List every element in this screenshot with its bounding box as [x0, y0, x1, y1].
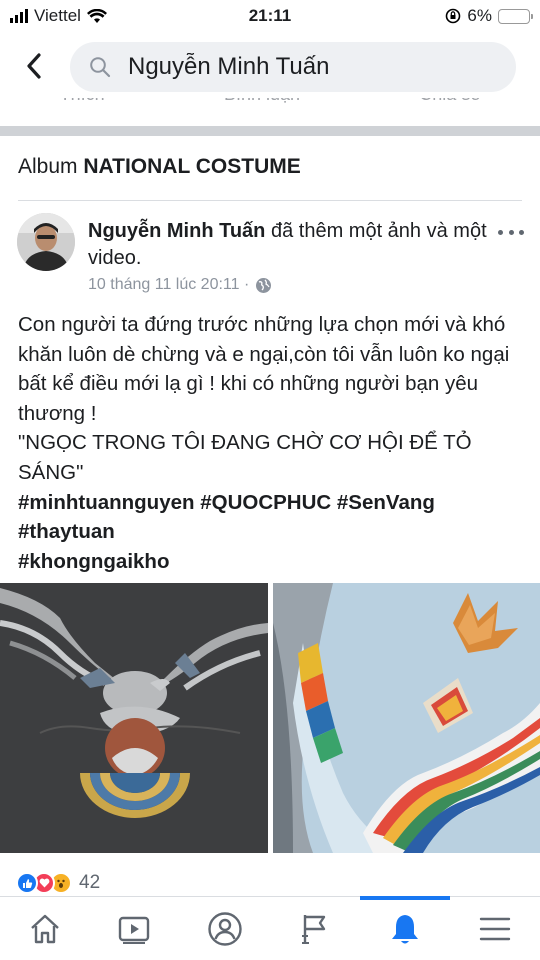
profile-icon — [208, 912, 242, 946]
reactions-summary[interactable]: 42 — [16, 872, 100, 894]
orientation-lock-icon — [446, 8, 461, 24]
previous-post-actions: Thích Bình luận Chia sẻ — [0, 98, 540, 112]
hashtags-line-1[interactable]: #minhtuannguyen #QUOCPHUC #SenVang — [18, 488, 526, 518]
author-avatar[interactable] — [17, 213, 75, 271]
comment-action[interactable]: Bình luận — [224, 98, 300, 112]
post-photo-costume-detail[interactable] — [273, 583, 540, 853]
more-horizontal-icon — [498, 229, 503, 235]
post-header-text: Nguyễn Minh Tuấn đã thêm một ảnh và một … — [88, 218, 488, 272]
post-more-button[interactable] — [498, 222, 524, 242]
search-input[interactable] — [128, 53, 488, 81]
notifications-bell-icon — [392, 915, 418, 944]
nav-pages[interactable] — [270, 897, 360, 960]
nav-notifications[interactable] — [360, 897, 450, 960]
reaction-count: 42 — [79, 872, 101, 893]
nav-watch[interactable] — [90, 897, 180, 960]
like-reaction-icon — [16, 872, 38, 894]
chevron-left-icon — [27, 53, 41, 79]
battery-icon — [498, 8, 533, 24]
search-icon — [86, 53, 114, 81]
menu-icon — [479, 917, 511, 941]
post-photo-eagle-sculpture[interactable] — [0, 583, 268, 853]
hashtags-line-2[interactable]: #thaytuan — [18, 517, 526, 547]
back-button[interactable] — [18, 50, 50, 82]
video-icon — [118, 916, 150, 944]
album-prefix: Album — [18, 155, 78, 178]
nav-home[interactable] — [0, 897, 90, 960]
globe-icon — [256, 277, 272, 293]
album-divider — [18, 200, 522, 201]
search-bar[interactable] — [70, 42, 516, 92]
album-title[interactable]: Album NATIONAL COSTUME — [18, 155, 301, 179]
post-text-quote: "NGỌC TRONG TÔI ĐANG CHỜ CƠ HỘI ĐỂ TỎ SÁ… — [18, 431, 472, 484]
search-header — [0, 36, 540, 98]
feed-divider — [0, 126, 540, 136]
hashtags-line-3[interactable]: #khongngaikho — [18, 547, 526, 577]
post-body: Con người ta đứng trước những lựa chọn m… — [18, 310, 526, 576]
post-text-paragraph: Con người ta đứng trước những lựa chọn m… — [18, 313, 510, 425]
battery-percent: 6% — [467, 6, 492, 25]
post-timestamp[interactable]: 10 tháng 11 lúc 20:11 · — [88, 276, 249, 294]
status-bar: Viettel 21:11 6% — [0, 0, 540, 32]
home-icon — [31, 914, 59, 944]
bottom-navigation — [0, 896, 540, 960]
post-author[interactable]: Nguyễn Minh Tuấn — [88, 220, 265, 242]
nav-menu[interactable] — [450, 897, 540, 960]
share-action[interactable]: Chia sẻ — [419, 98, 480, 112]
post-meta: 10 tháng 11 lúc 20:11 · — [88, 276, 272, 294]
status-right: 6% — [445, 6, 533, 26]
more-dot — [508, 229, 514, 235]
more-dot — [519, 229, 524, 235]
nav-profile[interactable] — [180, 897, 270, 960]
like-action[interactable]: Thích — [60, 98, 105, 112]
pages-flag-icon — [302, 915, 326, 944]
album-name: NATIONAL COSTUME — [83, 155, 301, 178]
